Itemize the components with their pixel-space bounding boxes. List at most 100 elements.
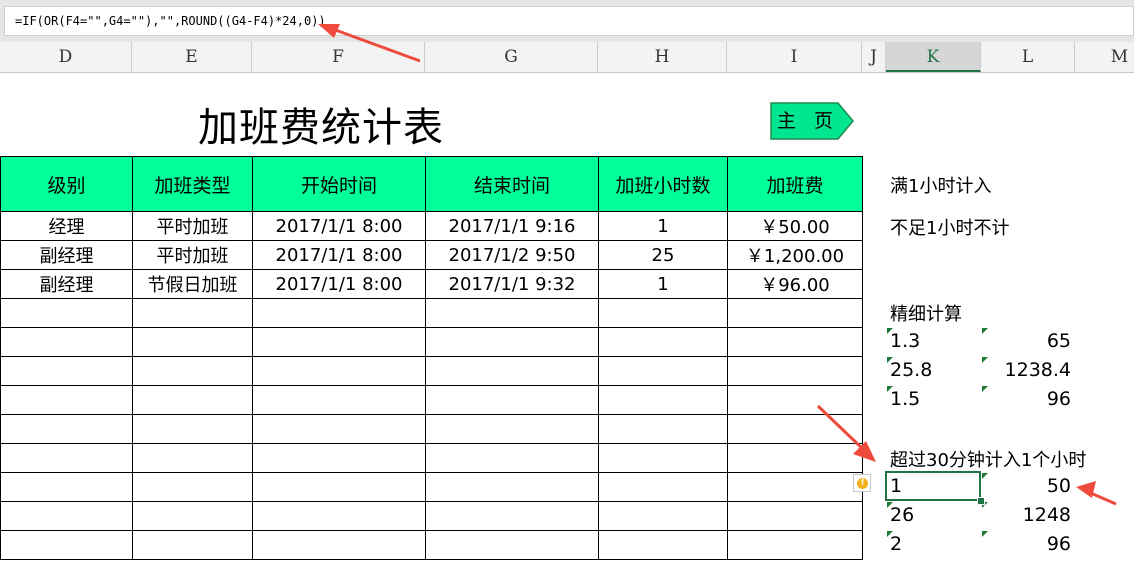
empty-cell[interactable] [727, 530, 863, 560]
empty-cell[interactable] [425, 472, 599, 502]
empty-cell[interactable] [727, 356, 863, 386]
empty-cell[interactable] [132, 443, 253, 473]
fine-pay-cell[interactable]: 96 [985, 385, 1071, 414]
empty-cell[interactable] [252, 327, 426, 357]
empty-cell[interactable] [598, 443, 728, 473]
cell[interactable]: 2017/1/1 9:32 [425, 269, 599, 299]
cell[interactable]: ￥1,200.00 [727, 240, 863, 270]
empty-cell[interactable] [598, 414, 728, 444]
empty-cell[interactable] [252, 356, 426, 386]
column-header[interactable]: D [0, 42, 132, 72]
formula-input[interactable]: =IF(OR(F4="",G4=""),"",ROUND((G4-F4)*24,… [4, 6, 1134, 36]
cell[interactable]: 2017/1/1 8:00 [252, 269, 426, 299]
rounded-hours-cell[interactable]: 26 [890, 501, 914, 530]
fine-pay-cell[interactable]: 1238.4 [985, 356, 1071, 385]
exclamation-warning-icon[interactable]: ! [853, 474, 871, 492]
fill-handle[interactable] [977, 497, 985, 505]
cell[interactable]: 1 [598, 211, 728, 241]
empty-cell[interactable] [425, 356, 599, 386]
rounded-pay-cell[interactable]: 96 [985, 530, 1071, 559]
cell[interactable]: 副经理 [0, 269, 133, 299]
empty-cell[interactable] [425, 443, 599, 473]
rounded-pay-cell[interactable]: 50 [985, 472, 1071, 501]
empty-cell[interactable] [598, 501, 728, 531]
header-hours[interactable]: 加班小时数 [598, 156, 728, 212]
cell[interactable]: 2017/1/1 8:00 [252, 211, 426, 241]
column-header[interactable]: J [862, 42, 886, 72]
column-header[interactable]: E [132, 42, 252, 72]
cell[interactable]: 2017/1/2 9:50 [425, 240, 599, 270]
empty-cell[interactable] [0, 530, 133, 560]
empty-cell[interactable] [425, 298, 599, 328]
empty-cell[interactable] [132, 414, 253, 444]
empty-cell[interactable] [598, 298, 728, 328]
empty-cell[interactable] [425, 501, 599, 531]
cell[interactable]: 经理 [0, 211, 133, 241]
empty-cell[interactable] [0, 472, 133, 502]
empty-cell[interactable] [727, 385, 863, 415]
column-header[interactable]: M [1075, 42, 1134, 72]
column-header-active[interactable]: K [886, 42, 981, 72]
empty-cell[interactable] [132, 501, 253, 531]
empty-cell[interactable] [252, 443, 426, 473]
cell[interactable]: 副经理 [0, 240, 133, 270]
fine-hours-cell[interactable]: 1.3 [890, 327, 920, 356]
home-button[interactable]: 主 页 [770, 102, 854, 140]
header-end[interactable]: 结束时间 [425, 156, 599, 212]
empty-cell[interactable] [252, 472, 426, 502]
empty-cell[interactable] [132, 356, 253, 386]
fine-pay-cell[interactable]: 65 [985, 327, 1071, 356]
empty-cell[interactable] [0, 443, 133, 473]
cell[interactable]: ￥50.00 [727, 211, 863, 241]
column-header[interactable]: L [981, 42, 1075, 72]
cell[interactable]: 1 [598, 269, 728, 299]
fine-hours-cell[interactable]: 1.5 [890, 385, 920, 414]
active-cell-selection[interactable] [885, 471, 981, 501]
empty-cell[interactable] [727, 327, 863, 357]
empty-cell[interactable] [425, 385, 599, 415]
empty-cell[interactable] [598, 327, 728, 357]
empty-cell[interactable] [132, 298, 253, 328]
empty-cell[interactable] [425, 530, 599, 560]
column-header[interactable]: F [252, 42, 425, 72]
empty-cell[interactable] [598, 385, 728, 415]
empty-cell[interactable] [0, 327, 133, 357]
empty-cell[interactable] [0, 356, 133, 386]
empty-cell[interactable] [598, 530, 728, 560]
cell[interactable]: 节假日加班 [132, 269, 253, 299]
empty-cell[interactable] [0, 501, 133, 531]
cell[interactable]: 平时加班 [132, 211, 253, 241]
empty-cell[interactable] [252, 530, 426, 560]
cell[interactable]: 平时加班 [132, 240, 253, 270]
cell[interactable]: 2017/1/1 8:00 [252, 240, 426, 270]
empty-cell[interactable] [132, 327, 253, 357]
empty-cell[interactable] [598, 356, 728, 386]
empty-cell[interactable] [252, 414, 426, 444]
empty-cell[interactable] [727, 298, 863, 328]
header-pay[interactable]: 加班费 [727, 156, 863, 212]
header-start[interactable]: 开始时间 [252, 156, 426, 212]
cell[interactable]: ￥96.00 [727, 269, 863, 299]
empty-cell[interactable] [132, 472, 253, 502]
empty-cell[interactable] [727, 443, 863, 473]
empty-cell[interactable] [252, 501, 426, 531]
empty-cell[interactable] [0, 385, 133, 415]
column-header[interactable]: I [727, 42, 862, 72]
empty-cell[interactable] [0, 298, 133, 328]
empty-cell[interactable] [727, 414, 863, 444]
cell[interactable]: 25 [598, 240, 728, 270]
cell[interactable]: 2017/1/1 9:16 [425, 211, 599, 241]
empty-cell[interactable] [252, 298, 426, 328]
rounded-pay-cell[interactable]: 1248 [985, 501, 1071, 530]
header-type[interactable]: 加班类型 [132, 156, 253, 212]
empty-cell[interactable] [598, 472, 728, 502]
empty-cell[interactable] [252, 385, 426, 415]
column-header[interactable]: H [598, 42, 727, 72]
column-header[interactable]: G [425, 42, 598, 72]
empty-cell[interactable] [425, 327, 599, 357]
empty-cell[interactable] [727, 472, 863, 502]
empty-cell[interactable] [132, 385, 253, 415]
empty-cell[interactable] [727, 501, 863, 531]
empty-cell[interactable] [0, 414, 133, 444]
header-level[interactable]: 级别 [0, 156, 133, 212]
